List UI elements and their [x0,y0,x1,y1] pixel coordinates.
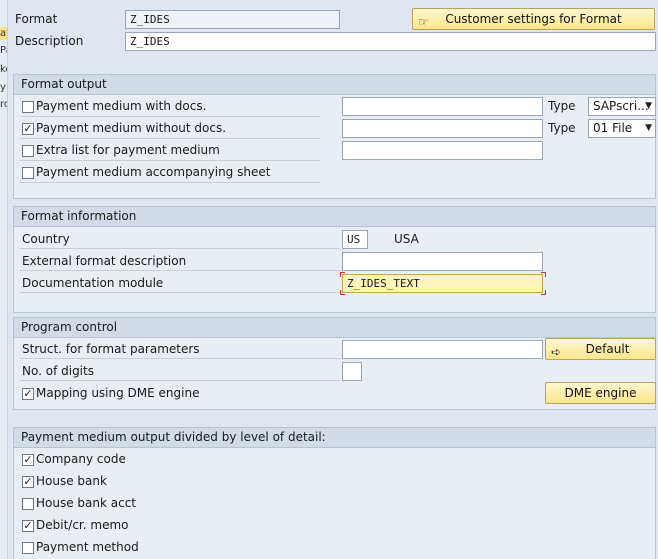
customer-settings-label: Customer settings for Format [445,12,622,26]
chevron-down-icon: ▼ [645,101,652,111]
chevron-down-icon: ▼ [645,123,652,133]
row-divider [20,270,340,271]
payment-with-docs-checkbox[interactable] [22,101,34,113]
company-code-label: Company code [36,452,126,466]
default-button[interactable]: ➪ Default [545,338,656,360]
extra-list-field[interactable] [342,141,543,160]
type-select-without-docs[interactable]: 01 File ▼ [588,119,656,138]
extra-list-label: Extra list for payment medium [36,143,220,157]
type-select-value: SAPscri... [593,99,649,113]
external-format-field[interactable] [342,252,543,271]
debit-credit-memo-checkbox[interactable]: ✓ [22,520,34,532]
customer-settings-button[interactable]: ☞ Customer settings for Format [412,8,655,30]
program-control-title: Program control [14,318,655,338]
row-divider [20,116,320,117]
description-label: Description [15,34,84,48]
type-label: Type [548,99,576,113]
row-divider [20,292,340,293]
dme-engine-button[interactable]: DME engine [545,382,656,404]
format-output-title: Format output [14,75,655,95]
default-button-label: Default [585,342,630,356]
company-code-checkbox[interactable]: ✓ [22,454,34,466]
debit-credit-memo-label: Debit/cr. memo [36,518,129,532]
payment-without-docs-field[interactable] [342,119,543,138]
house-bank-checkbox[interactable]: ✓ [22,476,34,488]
struct-parameters-field[interactable] [342,340,543,359]
level-of-detail-title: Payment medium output divided by level o… [14,428,655,448]
left-nav-fragment[interactable]: Pa [0,45,7,56]
type-label: Type [548,121,576,135]
row-divider [20,358,340,359]
documentation-module-label: Documentation module [22,276,164,290]
format-information-title: Format information [14,207,655,227]
external-format-label: External format description [22,254,187,268]
accompanying-sheet-label: Payment medium accompanying sheet [36,165,271,179]
house-bank-acct-checkbox[interactable] [22,498,34,510]
row-divider [20,160,320,161]
mapping-dme-label: Mapping using DME engine [36,386,200,400]
documentation-module-field[interactable]: Z_IDES_TEXT [342,274,543,293]
payment-method-checkbox[interactable] [22,542,34,554]
focus-corner [541,290,546,295]
focus-corner [340,272,345,277]
house-bank-label: House bank [36,474,107,488]
payment-method-label: Payment method [36,540,139,554]
left-nav-fragment[interactable]: ro [0,99,7,110]
type-select-value: 01 File [593,121,633,135]
format-field[interactable]: Z_IDES [125,10,340,29]
left-nav-fragment[interactable]: ke [0,64,7,75]
payment-with-docs-field[interactable] [342,97,543,116]
row-divider [20,182,320,183]
type-select-with-docs[interactable]: SAPscri... ▼ [588,97,656,116]
country-name: USA [394,232,419,246]
digits-field[interactable] [342,362,362,381]
focus-corner [541,272,546,277]
left-nav-fragment[interactable]: y [0,82,6,93]
struct-parameters-label: Struct. for format parameters [22,342,200,356]
left-nav-strip: at Pa ke y ro [0,0,8,559]
row-divider [20,248,340,249]
arrow-right-icon: ➪ [551,345,562,359]
country-code-field[interactable]: US [342,230,368,249]
payment-with-docs-label: Payment medium with docs. [36,99,207,113]
payment-without-docs-checkbox[interactable]: ✓ [22,123,34,135]
settings-hand-icon: ☞ [418,15,429,29]
format-output-group: Format output [13,74,656,199]
accompanying-sheet-checkbox[interactable] [22,167,34,179]
dme-engine-label: DME engine [564,386,637,400]
payment-without-docs-label: Payment medium without docs. [36,121,227,135]
focus-corner [340,290,345,295]
extra-list-checkbox[interactable] [22,145,34,157]
row-divider [20,138,320,139]
description-field[interactable]: Z_IDES [125,32,656,51]
format-label: Format [15,12,58,26]
country-label: Country [22,232,70,246]
house-bank-acct-label: House bank acct [36,496,137,510]
row-divider [20,380,340,381]
mapping-dme-checkbox[interactable]: ✓ [22,388,34,400]
left-nav-fragment[interactable]: at [0,28,7,39]
digits-label: No. of digits [22,364,94,378]
